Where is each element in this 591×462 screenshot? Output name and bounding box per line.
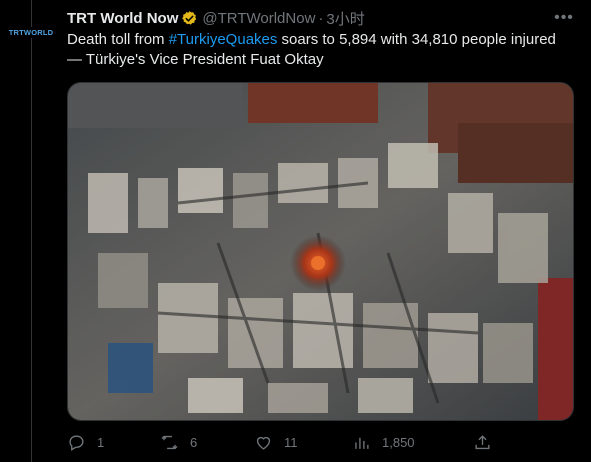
reply-icon	[69, 434, 84, 451]
retweet-icon	[161, 435, 178, 449]
tweet[interactable]: TRTWORLD TRT World Now @TRTWorldNow · 3小…	[0, 0, 591, 462]
avatar-logo-text: TRTWORLD	[8, 26, 54, 38]
thread-line	[31, 0, 32, 462]
display-name[interactable]: TRT World Now	[67, 10, 178, 27]
verified-badge-icon[interactable]	[181, 10, 198, 27]
tweet-photo[interactable]	[67, 82, 574, 421]
share-button[interactable]	[473, 430, 492, 454]
views-button[interactable]: 1,850	[352, 430, 415, 454]
tweet-text-start: Death toll from	[67, 31, 169, 48]
avatar[interactable]: TRTWORLD	[4, 12, 58, 52]
tweet-actions: 1 6 11 1,850	[67, 430, 507, 454]
like-button[interactable]: 11	[254, 430, 298, 454]
photo-image	[68, 83, 573, 420]
retweet-count: 6	[190, 434, 198, 450]
reply-button[interactable]: 1	[67, 430, 104, 454]
tweet-text: Death toll from #TurkiyeQuakes soars to …	[67, 30, 572, 70]
reply-count: 1	[97, 434, 105, 450]
more-options-icon[interactable]: •••	[552, 6, 576, 30]
tweet-header: TRT World Now @TRTWorldNow · 3小时	[67, 8, 365, 28]
views-chart-icon	[355, 437, 369, 449]
separator-dot: ·	[318, 9, 324, 27]
views-count: 1,850	[382, 434, 415, 450]
share-icon	[475, 434, 490, 449]
timestamp[interactable]: 3小时	[326, 8, 364, 29]
handle[interactable]: @TRTWorldNow	[202, 10, 315, 27]
heart-icon	[256, 436, 271, 450]
hashtag-link[interactable]: #TurkiyeQuakes	[169, 31, 278, 48]
retweet-button[interactable]: 6	[160, 430, 197, 454]
like-count: 11	[284, 434, 298, 450]
